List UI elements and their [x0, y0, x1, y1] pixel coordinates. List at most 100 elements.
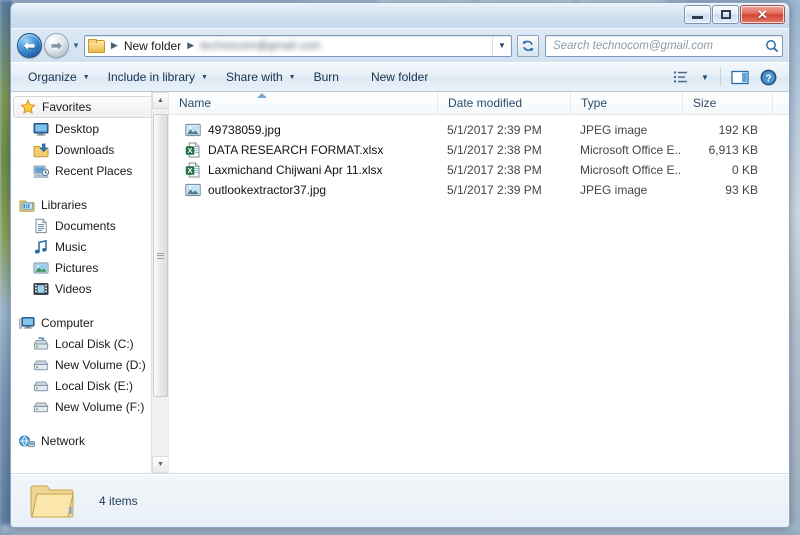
sidebar-item-label: Network	[41, 433, 86, 448]
music-icon	[33, 239, 49, 255]
preview-pane-icon	[731, 70, 749, 84]
file-type-cell: Microsoft Office E...	[580, 163, 682, 177]
sidebar-item-libraries[interactable]: Libraries	[11, 194, 168, 215]
minimize-button[interactable]	[684, 5, 711, 24]
command-bar: Organize ▼ Include in library ▼ Share wi…	[11, 62, 789, 92]
breadcrumb-item-new-folder[interactable]: New folder	[123, 39, 182, 53]
include-in-library-label: Include in library	[107, 70, 196, 84]
scroll-up-button[interactable]: ▲	[152, 92, 168, 109]
file-name-label: Laxmichand Chijwani Apr 11.xlsx	[208, 163, 383, 177]
view-dropdown-button[interactable]: ▼	[696, 66, 714, 88]
share-with-button[interactable]: Share with ▼	[217, 66, 305, 88]
file-size-cell: 192 KB	[718, 123, 758, 137]
sidebar-item-downloads[interactable]: Downloads	[11, 139, 168, 160]
drive-icon	[33, 399, 49, 415]
sidebar-item-videos[interactable]: Videos	[11, 278, 168, 299]
file-date-cell: 5/1/2017 2:39 PM	[447, 123, 542, 137]
new-folder-label: New folder	[370, 70, 429, 84]
column-header-blank[interactable]	[772, 92, 789, 115]
sidebar-item-label: Music	[55, 239, 87, 254]
sidebar-item-documents[interactable]: Documents	[11, 215, 168, 236]
sidebar-item-pictures[interactable]: Pictures	[11, 257, 168, 278]
sidebar-item-local-disk-e[interactable]: Local Disk (E:)	[11, 375, 168, 396]
help-button[interactable]: ?	[755, 66, 781, 88]
breadcrumb-separator[interactable]: ▶	[106, 40, 123, 51]
address-bar[interactable]: ▶ New folder ▶ technocom@gmail.com ▼	[83, 34, 512, 57]
title-bar[interactable]: ✕	[11, 3, 789, 29]
refresh-icon	[522, 39, 534, 52]
scrollbar-grip-icon	[157, 252, 164, 259]
sidebar-item-music[interactable]: Music	[11, 236, 168, 257]
file-name-label: DATA RESEARCH FORMAT.xlsx	[208, 143, 384, 157]
forward-button[interactable]: ➡	[44, 33, 69, 58]
pictures-icon	[33, 260, 49, 276]
sidebar-item-local-disk-c[interactable]: Local Disk (C:)	[11, 333, 168, 354]
sidebar-item-favorites[interactable]: Favorites	[13, 96, 164, 118]
scroll-down-button[interactable]: ▼	[152, 456, 168, 473]
explorer-body: Favorites Desktop Downloads Recent Place…	[11, 92, 789, 474]
computer-icon	[19, 315, 35, 331]
refresh-button[interactable]	[517, 34, 539, 57]
excel-file-icon: X	[185, 142, 201, 158]
breadcrumb-item-account[interactable]: technocom@gmail.com	[199, 40, 322, 52]
history-dropdown-button[interactable]: ▼	[72, 41, 80, 50]
search-input[interactable]: Search technocom@gmail.com	[546, 40, 762, 52]
sidebar-item-desktop[interactable]: Desktop	[11, 118, 168, 139]
minimize-icon	[692, 16, 703, 19]
chevron-down-icon[interactable]: ▼	[492, 35, 511, 56]
sidebar-item-label: New Volume (F:)	[55, 399, 145, 414]
status-item-count: 4 items	[99, 493, 138, 508]
sidebar-item-label: Pictures	[55, 260, 99, 275]
sidebar-item-label: Local Disk (C:)	[55, 336, 134, 351]
file-list-pane: Name Date modified Type Size 49738059.jp…	[169, 92, 789, 473]
search-box[interactable]: Search technocom@gmail.com	[545, 34, 783, 57]
sidebar-item-computer[interactable]: Computer	[11, 312, 168, 333]
close-button[interactable]: ✕	[740, 5, 785, 24]
change-view-button[interactable]	[668, 66, 694, 88]
include-in-library-button[interactable]: Include in library ▼	[99, 66, 217, 88]
file-name-cell: X DATA RESEARCH FORMAT.xlsx	[169, 142, 437, 158]
file-rows: 49738059.jpg 5/1/2017 2:39 PM JPEG image 19…	[169, 115, 789, 200]
preview-pane-button[interactable]	[727, 66, 753, 88]
star-icon	[20, 99, 36, 115]
file-type-cell: JPEG image	[580, 123, 648, 137]
help-icon: ?	[760, 69, 776, 85]
breadcrumb-separator[interactable]: ▶	[182, 40, 199, 51]
close-icon: ✕	[757, 7, 768, 22]
column-header-date-modified[interactable]: Date modified	[437, 92, 570, 115]
folder-icon	[87, 39, 105, 53]
sidebar-item-label: Favorites	[42, 100, 92, 114]
sidebar-item-label: Computer	[41, 315, 94, 330]
table-row[interactable]: X Laxmichand Chijwani Apr 11.xlsx 5/1/201…	[169, 160, 789, 180]
navigation-list: Favorites Desktop Downloads Recent Place…	[11, 92, 168, 451]
column-header-type[interactable]: Type	[570, 92, 682, 115]
burn-button[interactable]: Burn	[305, 66, 348, 88]
sidebar-item-label: Documents	[55, 218, 116, 233]
desktop-icon	[33, 121, 49, 137]
svg-text:?: ?	[765, 73, 771, 84]
sidebar-item-network[interactable]: Network	[11, 430, 168, 451]
table-row[interactable]: outlookextractor37.jpg 5/1/2017 2:39 PM JP…	[169, 180, 789, 200]
scrollbar-thumb[interactable]	[153, 114, 168, 397]
file-size-cell: 6,913 KB	[708, 143, 758, 157]
new-folder-button[interactable]: New folder	[362, 66, 437, 88]
file-name-cell: X Laxmichand Chijwani Apr 11.xlsx	[169, 162, 437, 178]
column-header-name[interactable]: Name	[169, 92, 437, 115]
sidebar-item-new-volume-d[interactable]: New Volume (D:)	[11, 354, 168, 375]
column-header-size[interactable]: Size	[682, 92, 772, 115]
organize-label: Organize	[28, 70, 77, 84]
organize-button[interactable]: Organize ▼	[19, 66, 99, 88]
search-icon[interactable]	[762, 39, 782, 53]
maximize-restore-button[interactable]	[712, 5, 739, 24]
table-row[interactable]: 49738059.jpg 5/1/2017 2:39 PM JPEG image 19…	[169, 120, 789, 140]
explorer-window: ✕ ⬅ ➡ ▼ ▶ New folder ▶ technocom@gmail.c…	[10, 2, 790, 528]
navigation-scrollbar[interactable]: ▲ ▼	[151, 92, 168, 473]
file-date-cell: 5/1/2017 2:39 PM	[447, 183, 542, 197]
sidebar-item-new-volume-f[interactable]: New Volume (F:)	[11, 396, 168, 417]
navigation-toolbar: ⬅ ➡ ▼ ▶ New folder ▶ technocom@gmail.com…	[11, 29, 789, 62]
sidebar-item-recent-places[interactable]: Recent Places	[11, 160, 168, 181]
nav-group-spacer	[11, 417, 168, 430]
table-row[interactable]: X DATA RESEARCH FORMAT.xlsx 5/1/2017 2:38…	[169, 140, 789, 160]
back-button[interactable]: ⬅	[17, 33, 42, 58]
forward-arrow-icon: ➡	[51, 38, 62, 53]
